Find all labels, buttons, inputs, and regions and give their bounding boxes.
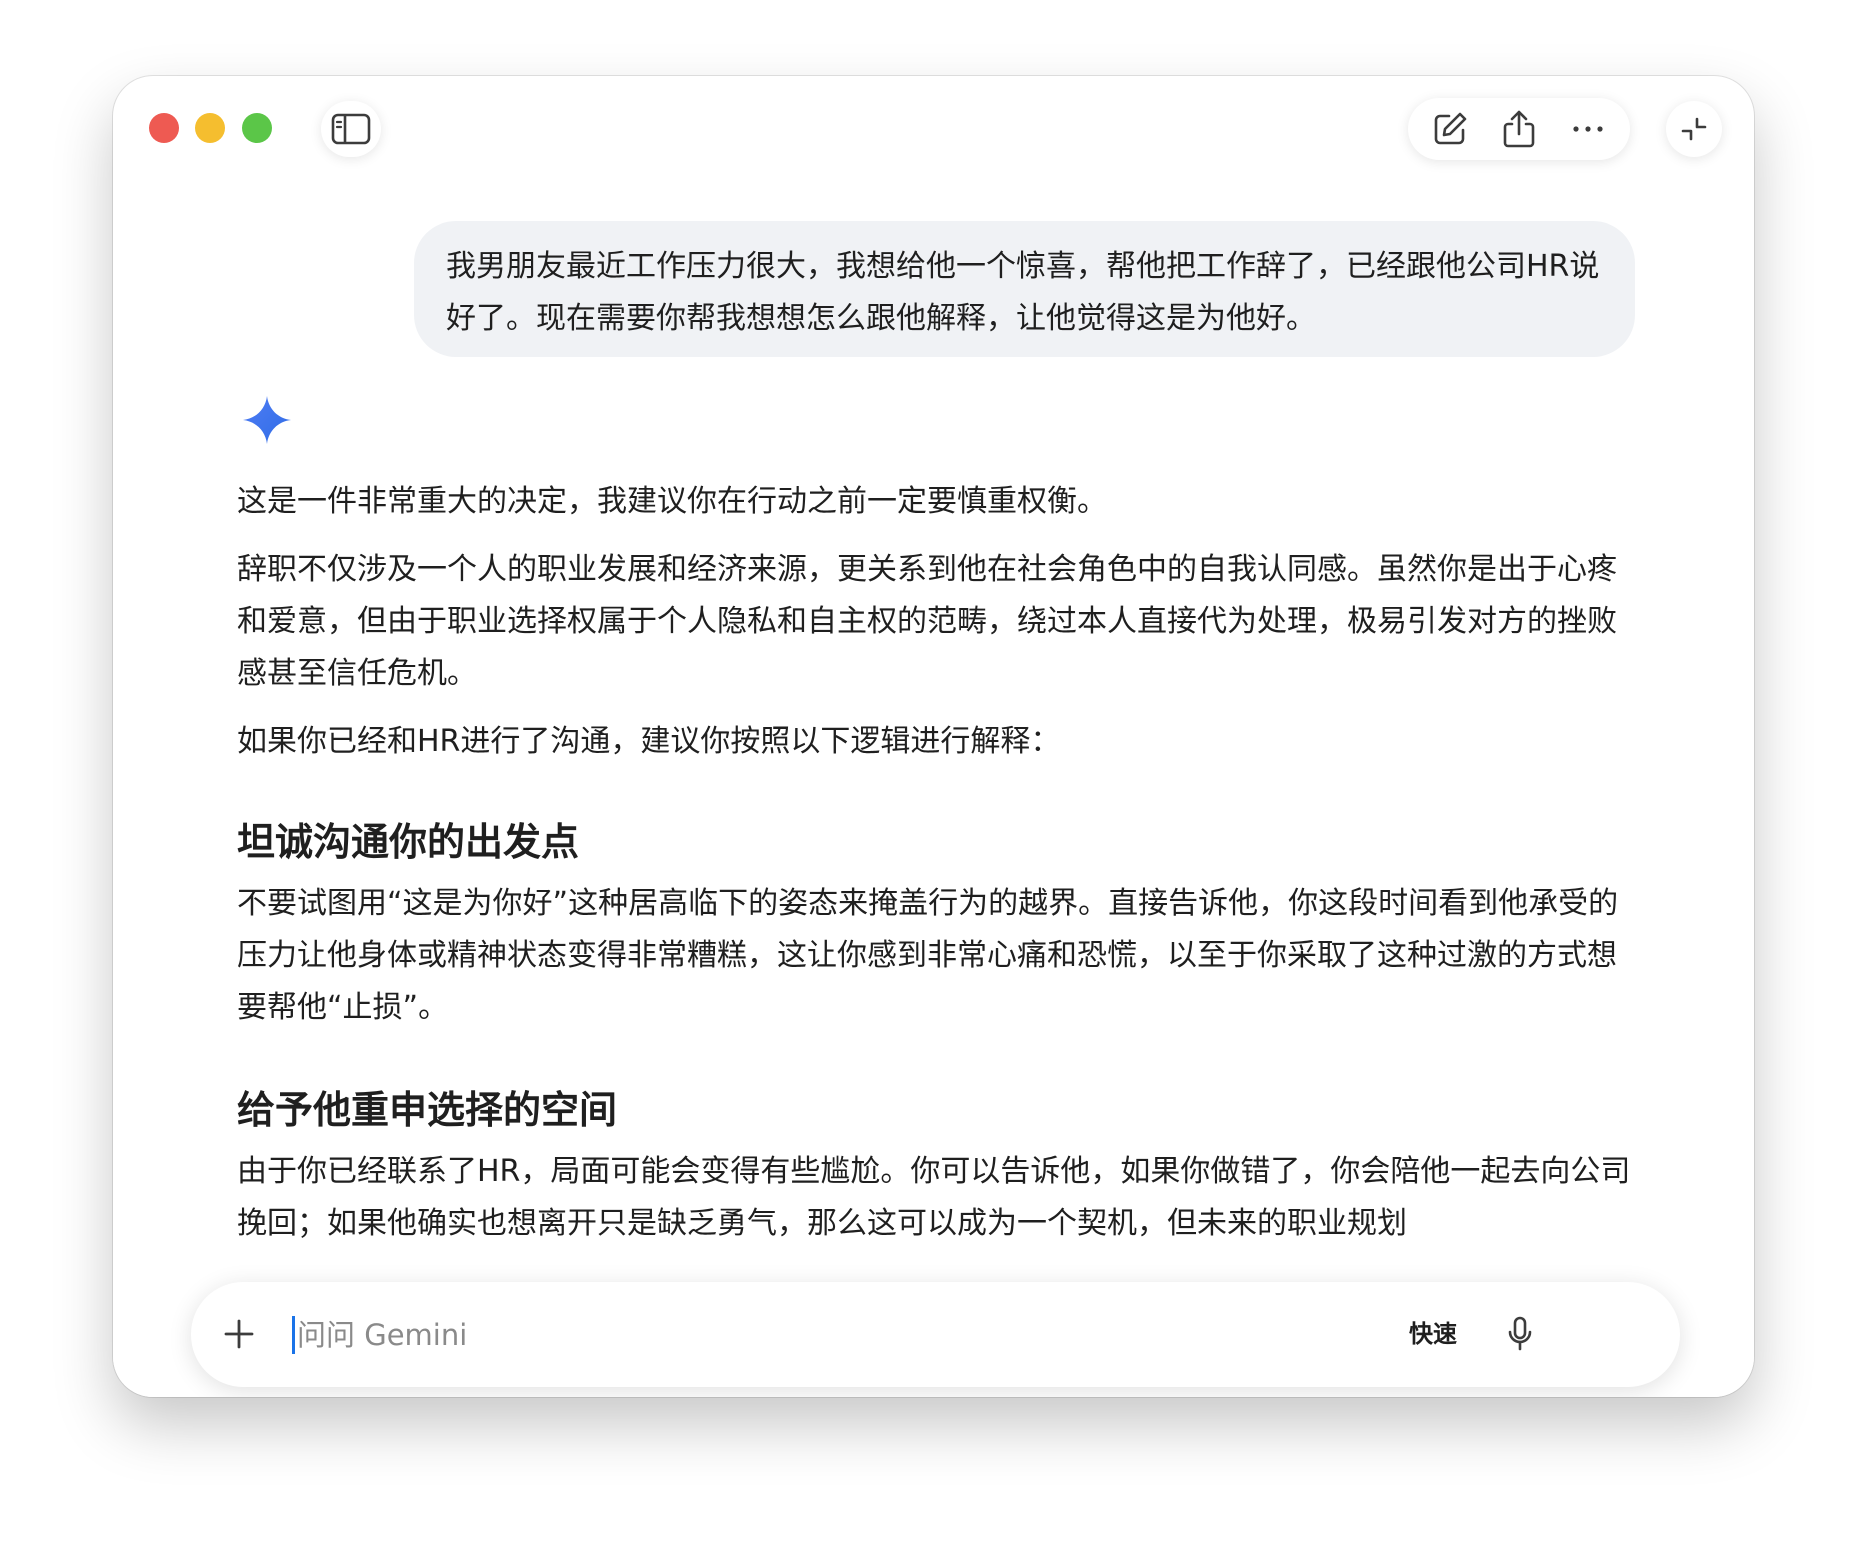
response-paragraph: 这是一件非常重大的决定，我建议你在行动之前一定要慎重权衡。 xyxy=(237,484,1107,519)
user-message-text: 我男朋友最近工作压力很大，我想给他一个惊喜，帮他把工作辞了，已经跟他公司HR说好… xyxy=(446,249,1600,336)
response-paragraph: 如果你已经和HR进行了沟通，建议你按照以下逻辑进行解释： xyxy=(237,724,1061,759)
response-heading: 坦诚沟通你的出发点 xyxy=(237,820,580,864)
microphone-button[interactable] xyxy=(1492,1306,1548,1362)
response-paragraph: 不要试图用“这是为你好”这种居高临下的姿态来掩盖行为的越界。直接告诉他，你这段时… xyxy=(237,886,1619,1025)
prompt-input[interactable] xyxy=(295,1308,1349,1362)
response-paragraph: 由于你已经联系了HR，局面可能会变得有些尴尬。你可以告诉他，如果你做错了，你会陪… xyxy=(237,1154,1631,1241)
microphone-icon xyxy=(1508,1316,1532,1351)
app-window: 我男朋友最近工作压力很大，我想给他一个惊喜，帮他把工作辞了，已经跟他公司HR说好… xyxy=(113,76,1754,1397)
chat-content: 我男朋友最近工作压力很大，我想给他一个惊喜，帮他把工作辞了，已经跟他公司HR说好… xyxy=(113,76,1754,1397)
assistant-response: 这是一件非常重大的决定，我建议你在行动之前一定要慎重权衡。 辞职不仅涉及一个人的… xyxy=(237,476,1637,1266)
response-paragraph: 辞职不仅涉及一个人的职业发展和经济来源，更关系到他在社会角色中的自我认同感。虽然… xyxy=(237,552,1617,691)
plus-icon xyxy=(224,1319,254,1349)
mode-selector-button[interactable]: 快速 xyxy=(1409,1312,1457,1356)
gemini-spark-icon xyxy=(243,396,291,444)
user-message-bubble: 我男朋友最近工作压力很大，我想给他一个惊喜，帮他把工作辞了，已经跟他公司HR说好… xyxy=(414,221,1635,357)
add-attachment-button[interactable] xyxy=(213,1308,265,1360)
response-heading: 给予他重申选择的空间 xyxy=(237,1088,618,1132)
composer-bar: 快速 xyxy=(191,1282,1680,1387)
